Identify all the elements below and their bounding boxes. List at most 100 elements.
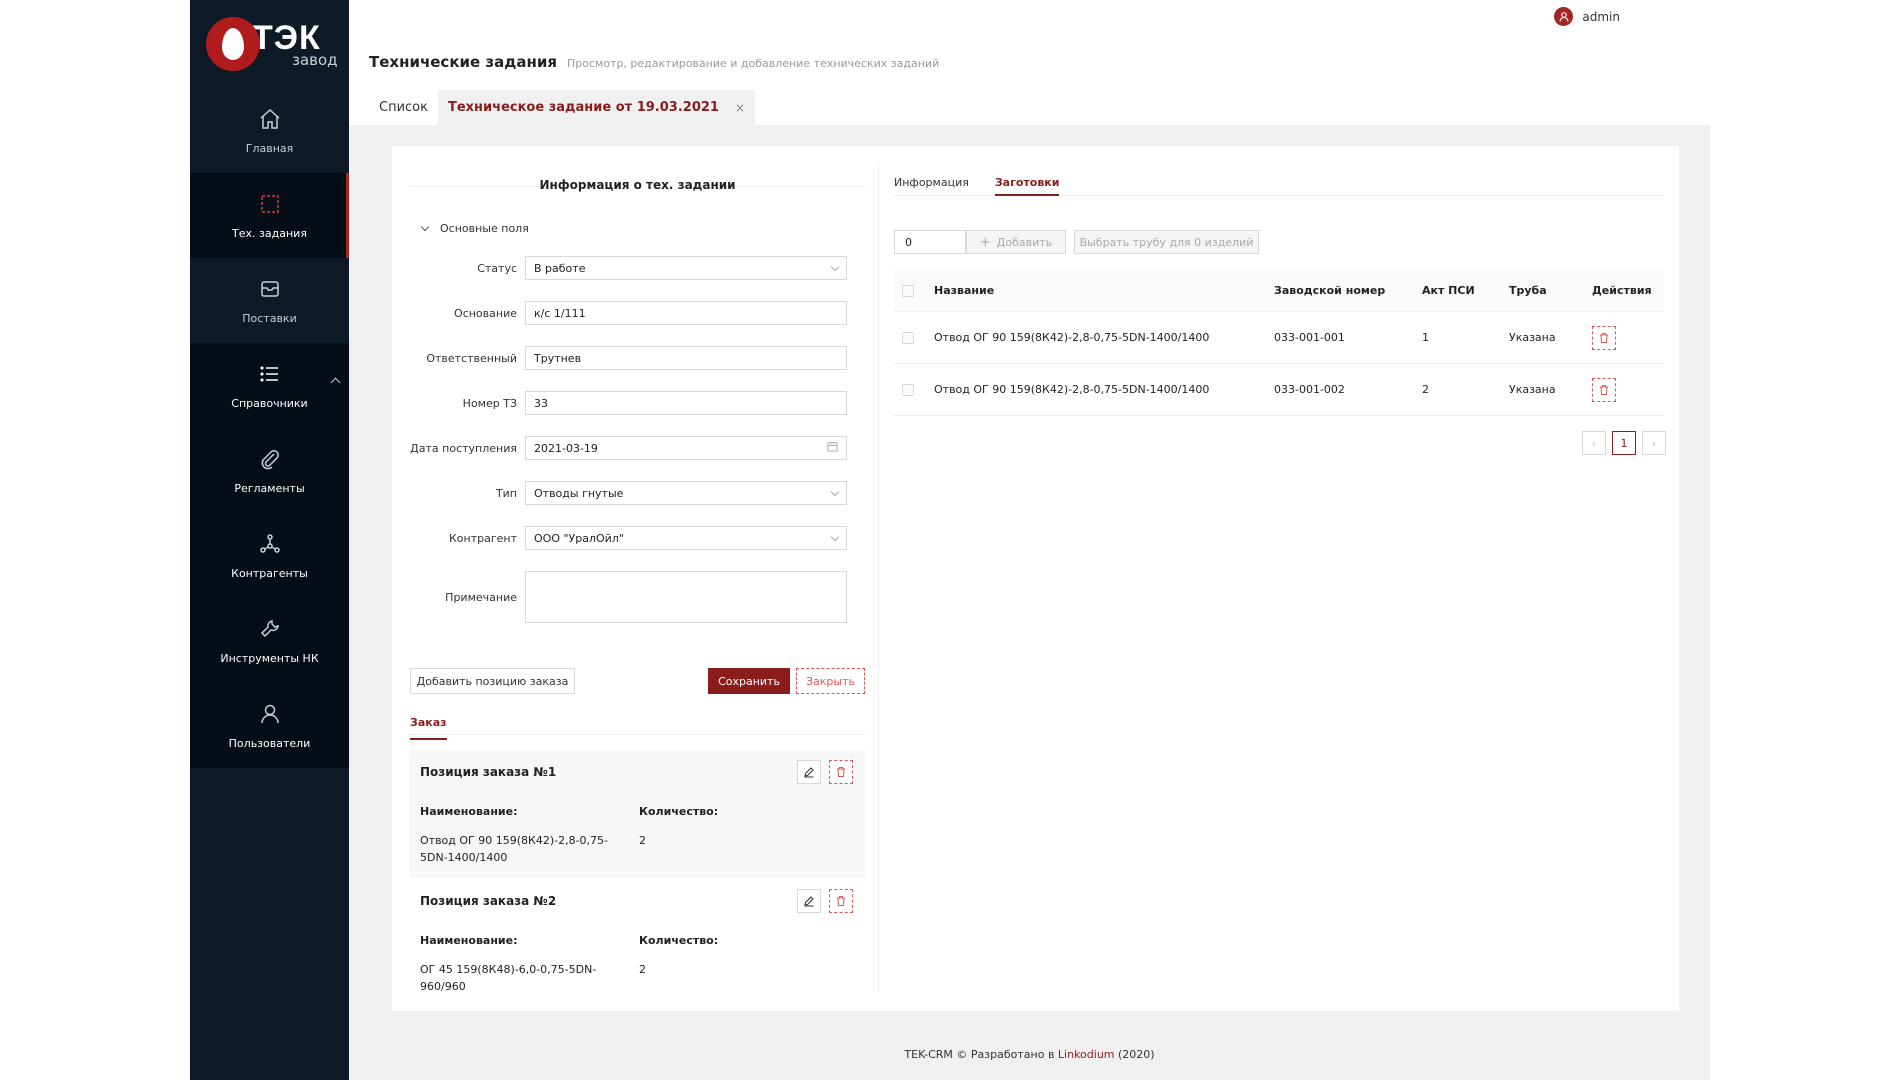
tab-list[interactable]: Список: [369, 90, 438, 125]
field-label: Контрагент: [448, 531, 517, 545]
sidebar-item-references[interactable]: Справочники: [190, 343, 349, 428]
order-position-1: Позиция заказа №1 Наименование: Количест…: [410, 750, 865, 878]
user-menu[interactable]: admin: [1554, 7, 1620, 26]
footer-link[interactable]: Linkodium: [1058, 1048, 1115, 1061]
position-name: ОГ 45 159(8К48)-6,0-0,75-5DN-960/960: [420, 963, 597, 993]
responsible-field[interactable]: Трутнев: [525, 346, 847, 370]
section-title: Информация о тех. задании: [410, 178, 865, 192]
sidebar-item-regulations[interactable]: Регламенты: [190, 428, 349, 513]
tab-label: Техническое задание от 19.03.2021: [447, 100, 719, 115]
select-value: Отводы гнутые: [534, 486, 624, 500]
position-title: Позиция заказа №2: [420, 894, 557, 908]
delete-button[interactable]: [1592, 325, 1616, 350]
row-checkbox[interactable]: [902, 331, 914, 344]
position-title: Позиция заказа №1: [420, 765, 557, 779]
plus-icon: +: [979, 234, 991, 250]
page-tabs: Список Техническое задание от 19.03.2021…: [369, 90, 756, 125]
sidebar-item-label: Справочники: [231, 397, 308, 410]
wrench-icon: [257, 616, 283, 642]
logo-title: ТЭК: [252, 18, 321, 57]
status-select[interactable]: В работе: [525, 256, 847, 280]
add-blank-button[interactable]: + Добавить: [966, 230, 1066, 254]
page-number[interactable]: 1: [1612, 431, 1636, 455]
position-qty: 2: [639, 834, 646, 847]
flame-logo-icon: [206, 17, 260, 71]
counterparty-row: Контрагент ООО "УралОйл": [410, 526, 865, 550]
sidebar-item-users[interactable]: Пользователи: [190, 683, 349, 768]
pick-pipe-button[interactable]: Выбрать трубу для 0 изделий: [1074, 230, 1259, 254]
field-label: Ответственный: [426, 351, 517, 365]
delete-button[interactable]: [1592, 377, 1616, 402]
col-number: Заводской номер: [1274, 284, 1386, 297]
close-icon[interactable]: ×: [735, 101, 745, 115]
footer-suffix: (2020): [1118, 1048, 1155, 1061]
trash-icon: [1600, 332, 1608, 343]
task-number-field[interactable]: 33: [525, 391, 847, 415]
col-actions: Действия: [1592, 284, 1652, 297]
sidebar-item-label: Тех. задания: [232, 227, 307, 240]
col-name: Название: [934, 284, 995, 297]
edit-button[interactable]: [797, 889, 821, 913]
sidebar-item-label: Инструменты НК: [220, 652, 319, 665]
pencil-icon: [804, 896, 814, 907]
trash-icon: [837, 896, 845, 906]
name-label: Наименование:: [420, 934, 518, 947]
cell-pipe: Указана: [1509, 383, 1556, 396]
paperclip-icon: [257, 446, 283, 472]
logo-subtitle: завод: [292, 50, 338, 69]
date-picker[interactable]: 2021-03-19: [525, 436, 847, 460]
sidebar-item-deliveries[interactable]: Поставки: [190, 258, 349, 343]
sidebar-item-counterparties[interactable]: Контрагенты: [190, 513, 349, 598]
button-label: Добавить: [996, 235, 1053, 249]
delete-button[interactable]: [829, 760, 853, 784]
position-qty: 2: [639, 963, 646, 976]
select-all-checkbox[interactable]: [902, 284, 914, 297]
blanks-table: Название Заводской номер Акт ПСИ Труба Д…: [894, 270, 1664, 416]
note-textarea[interactable]: [525, 571, 847, 623]
table-header: Название Заводской номер Акт ПСИ Труба Д…: [894, 270, 1664, 312]
logo[interactable]: ТЭК завод: [190, 0, 349, 88]
sidebar-item-tools[interactable]: Инструменты НК: [190, 598, 349, 683]
quantity-input[interactable]: 0: [894, 230, 966, 254]
tab-tech-task[interactable]: Техническое задание от 19.03.2021 ×: [437, 90, 756, 125]
tab-label: Список: [379, 100, 428, 115]
row-checkbox[interactable]: [902, 383, 914, 396]
chevron-down-icon: [830, 532, 840, 541]
table-row: Отвод ОГ 90 159(8К42)-2,8-0,75-5DN-1400/…: [894, 364, 1664, 416]
sidebar-item-home[interactable]: Главная: [190, 88, 349, 173]
basis-field[interactable]: к/с 1/111: [525, 301, 847, 325]
add-order-position-button[interactable]: Добавить позицию заказа: [410, 668, 575, 694]
pencil-icon: [804, 767, 814, 778]
tab-information[interactable]: Информация: [894, 176, 969, 196]
tab-order[interactable]: Заказ: [410, 716, 447, 740]
select-value: В работе: [534, 261, 586, 275]
col-act: Акт ПСИ: [1422, 284, 1475, 297]
order-position-2: Позиция заказа №2 Наименование: Количест…: [410, 879, 865, 993]
edit-button[interactable]: [797, 760, 821, 784]
chevron-down-icon: [420, 222, 430, 232]
select-value: ООО "УралОйл": [534, 531, 624, 545]
network-icon: [257, 531, 283, 557]
save-button[interactable]: Сохранить: [708, 668, 790, 694]
list-icon: [257, 361, 283, 387]
sidebar-item-tech-tasks[interactable]: Тех. задания: [190, 173, 349, 258]
basis-row: Основание к/с 1/111: [410, 301, 865, 325]
delete-button[interactable]: [829, 889, 853, 913]
tab-blanks[interactable]: Заготовки: [994, 176, 1060, 196]
type-row: Тип Отводы гнутые: [410, 481, 865, 505]
collapse-main-fields[interactable]: Основные поля: [420, 222, 529, 235]
counterparty-select[interactable]: ООО "УралОйл": [525, 526, 847, 550]
note-row: Примечание: [410, 571, 865, 623]
page-title: Технические задания: [369, 53, 557, 71]
button-label: Выбрать трубу для 0 изделий: [1079, 235, 1254, 249]
page-header: Технические задания Просмотр, редактиров…: [349, 33, 1710, 125]
footer-prefix: TEK-CRM © Разработано в: [904, 1048, 1055, 1061]
home-icon: [257, 106, 283, 132]
next-page-button[interactable]: ›: [1642, 431, 1666, 455]
cell-pipe: Указана: [1509, 331, 1556, 344]
field-label: Статус: [477, 261, 517, 275]
task-number-row: Номер ТЗ 33: [410, 391, 865, 415]
type-select[interactable]: Отводы гнутые: [525, 481, 847, 505]
close-button[interactable]: Закрыть: [796, 668, 865, 694]
prev-page-button[interactable]: ‹: [1582, 431, 1606, 455]
